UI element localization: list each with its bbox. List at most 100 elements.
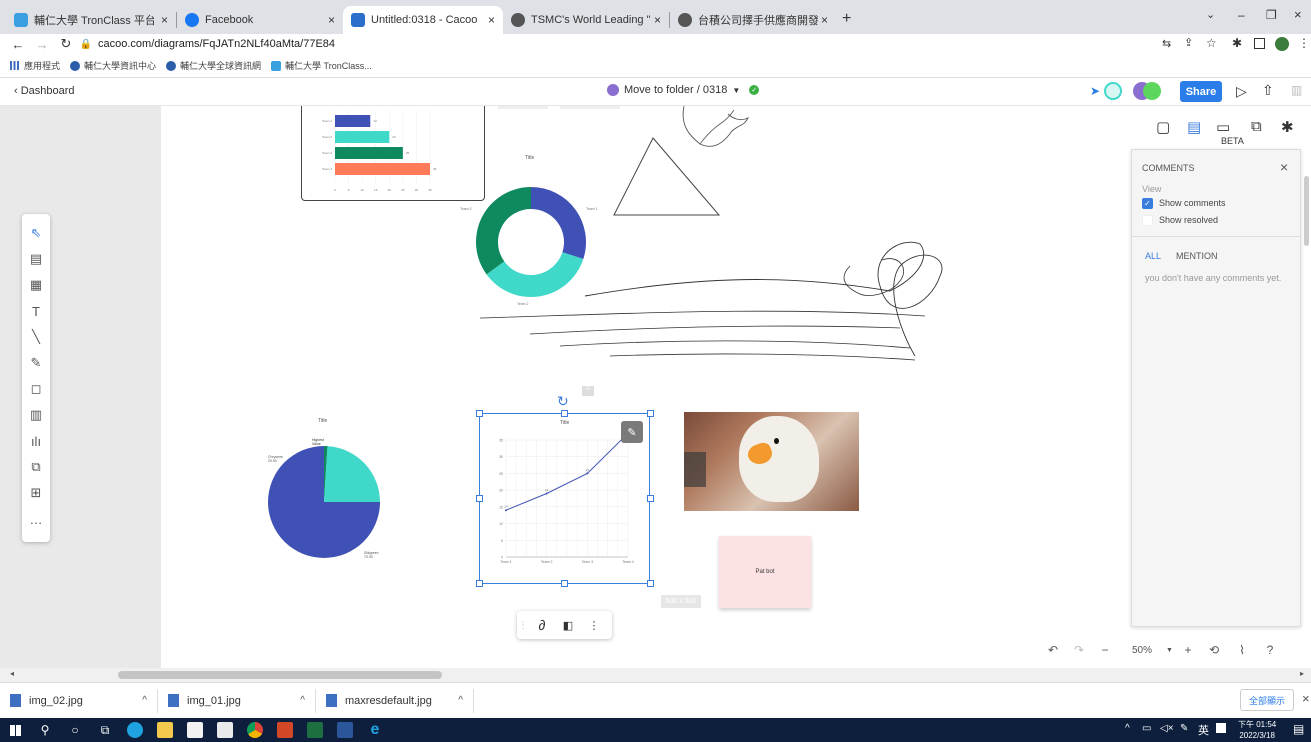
resize-handle[interactable] [647, 580, 654, 587]
edit-pencil-icon[interactable]: ✎ [621, 421, 643, 443]
zoom-caret-icon[interactable]: ▼ [1166, 647, 1176, 654]
resize-handle[interactable] [561, 410, 568, 417]
download-item[interactable]: img_01.jpg ^ [158, 688, 316, 713]
more-options-icon[interactable]: ⋮ [581, 619, 607, 632]
mail-icon[interactable] [210, 718, 240, 742]
tab-facebook[interactable]: Facebook × [177, 6, 343, 34]
link-icon[interactable]: ∂ [529, 617, 555, 633]
cortana-icon[interactable]: ○ [60, 718, 90, 742]
word-icon[interactable] [330, 718, 360, 742]
download-item[interactable]: img_02.jpg ^ [0, 688, 158, 713]
ime-indicator[interactable]: 英 [1198, 722, 1209, 738]
powerpoint-icon[interactable] [270, 718, 300, 742]
new-tab-button[interactable]: + [842, 10, 851, 28]
move-to-folder-button[interactable]: Move to folder / 0318 ▼ ✓ [607, 84, 760, 96]
pie-chart[interactable]: Title Highest Value Chrysene 20.00 Silkg… [258, 418, 398, 568]
pen-workspace-icon[interactable]: ✎ [1180, 723, 1188, 734]
minimize-button[interactable]: – [1238, 8, 1245, 22]
arrange-icon[interactable]: ◧ [555, 619, 581, 632]
tab-all[interactable]: ALL [1145, 251, 1161, 261]
resize-handle[interactable] [647, 495, 654, 502]
line-chart-selected[interactable]: Title 35 30 25 20 15 10 5 0 Team 1 Team 2 Team 3 Te… [479, 413, 650, 584]
table-icon[interactable]: ▥ [25, 404, 47, 426]
bookmark-fju-it[interactable]: 輔仁大學資訊中心 [70, 59, 156, 72]
tab-mention[interactable]: MENTION [1176, 251, 1218, 261]
tab-tsmc[interactable]: TSMC's World Leading "Ultra L × [503, 6, 669, 34]
reload-icon[interactable]: ↻ [54, 36, 78, 52]
layers-icon[interactable]: ⧉ [1251, 118, 1262, 135]
more-tools-icon[interactable]: … [25, 508, 47, 530]
close-icon[interactable]: × [328, 13, 335, 27]
tab-tsmc-supplier[interactable]: 台積公司擇手供應商開發「漫岸 × [670, 6, 836, 34]
pen-tool-icon[interactable]: ✎ [25, 352, 47, 374]
resize-handle[interactable] [476, 410, 483, 417]
redo-icon[interactable]: ↷ [1066, 643, 1092, 657]
rotate-handle-icon[interactable]: ↻ [557, 393, 569, 410]
bookmark-apps[interactable]: 應用程式 [10, 59, 60, 72]
zoom-out-icon[interactable]: − [1092, 643, 1118, 657]
horizontal-scroll-thumb[interactable] [118, 671, 442, 679]
edge-icon[interactable] [120, 718, 150, 742]
freehand-scribble[interactable] [470, 236, 960, 366]
video-icon[interactable]: ▭ [1216, 118, 1230, 136]
back-arrow-icon[interactable]: ← [6, 37, 30, 52]
horizontal-scrollbar[interactable]: ◂ ▸ [0, 668, 1311, 682]
profile-avatar[interactable] [1275, 37, 1289, 51]
undo-icon[interactable]: ↶ [1040, 643, 1066, 657]
download-item[interactable]: maxresdefault.jpg ^ [316, 688, 474, 713]
text-tool-icon[interactable]: T [25, 300, 47, 322]
chart-icon[interactable]: ılı [25, 430, 47, 452]
dashboard-link[interactable]: ‹ Dashboard [14, 85, 75, 97]
present-icon[interactable]: ▷ [1236, 83, 1247, 100]
restore-button[interactable]: ❐ [1266, 8, 1277, 22]
sidepanel-icon[interactable] [1254, 38, 1265, 49]
ime-mode-icon[interactable] [1216, 723, 1226, 733]
windows-start-icon[interactable] [0, 718, 30, 742]
activity-icon[interactable]: ⌇ [1228, 643, 1256, 657]
sidebar-toggle-icon[interactable]: ▥ [1291, 83, 1302, 97]
show-resolved-checkbox[interactable]: Show resolved [1142, 215, 1218, 227]
sticky-note[interactable]: Pat bot [719, 536, 811, 608]
scroll-right-icon[interactable]: ▸ [1300, 669, 1304, 678]
show-all-downloads-button[interactable]: 全部顯示 [1240, 689, 1295, 711]
show-comments-checkbox[interactable]: ✓ Show comments [1142, 198, 1226, 210]
bookmark-fju-web[interactable]: 輔仁大學全球資訊網 [166, 59, 261, 72]
user-avatar-2[interactable] [1143, 82, 1161, 100]
gear-icon[interactable]: ✱ [1281, 118, 1294, 136]
comments-icon[interactable]: ▤ [1187, 118, 1201, 136]
template-icon[interactable]: ▤ [25, 248, 47, 270]
page-icon[interactable]: ▢ [1156, 118, 1170, 136]
excel-icon[interactable] [300, 718, 330, 742]
forward-arrow-icon[interactable]: → [30, 37, 54, 52]
scroll-left-icon[interactable]: ◂ [10, 669, 14, 678]
chevron-up-icon[interactable]: ^ [300, 695, 305, 706]
internet-explorer-icon[interactable]: e [360, 718, 390, 742]
clock[interactable]: 下午 01:54 2022/3/18 [1238, 719, 1276, 741]
sticky-note-icon[interactable]: ◻ [25, 378, 47, 400]
task-view-icon[interactable]: ⧉ [90, 718, 120, 742]
tab-cacoo[interactable]: Untitled:0318 - Cacoo × [343, 6, 503, 34]
close-icon[interactable]: × [654, 13, 661, 27]
network-icon[interactable]: ▭ [1142, 723, 1151, 734]
close-icon[interactable]: × [821, 13, 828, 27]
zoom-level[interactable]: 50% [1118, 645, 1166, 656]
plus-box-icon[interactable]: ⊞ [25, 482, 47, 504]
close-downloads-icon[interactable]: × [1302, 691, 1310, 706]
share-button[interactable]: Share [1180, 81, 1222, 102]
zoom-in-icon[interactable]: + [1176, 643, 1200, 657]
volume-icon[interactable]: ◁× [1160, 723, 1174, 734]
url-field[interactable]: cacoo.com/diagrams/FqJATn2NLf40aMta/77E8… [98, 38, 335, 50]
close-comments-icon[interactable]: × [1280, 159, 1288, 175]
chevron-up-icon[interactable]: ^ [458, 695, 463, 706]
diagram-canvas[interactable]: Team 1 13 Team 2 20 Team 3 25 Team 4 35 0 5 10 15 2… [0, 106, 1311, 668]
tray-chevron-icon[interactable]: ^ [1125, 723, 1130, 734]
resize-handle[interactable] [476, 495, 483, 502]
chevron-up-icon[interactable]: ^ [142, 695, 147, 706]
export-icon[interactable]: ⇧ [1262, 82, 1274, 99]
notifications-icon[interactable]: ▤ [1293, 722, 1304, 736]
translate-icon[interactable]: ⇆ [1162, 37, 1171, 50]
duck-photo[interactable] [684, 412, 859, 511]
menu-kebab-icon[interactable]: ⋮ [1298, 36, 1310, 50]
store-icon[interactable] [180, 718, 210, 742]
close-icon[interactable]: × [161, 13, 168, 27]
